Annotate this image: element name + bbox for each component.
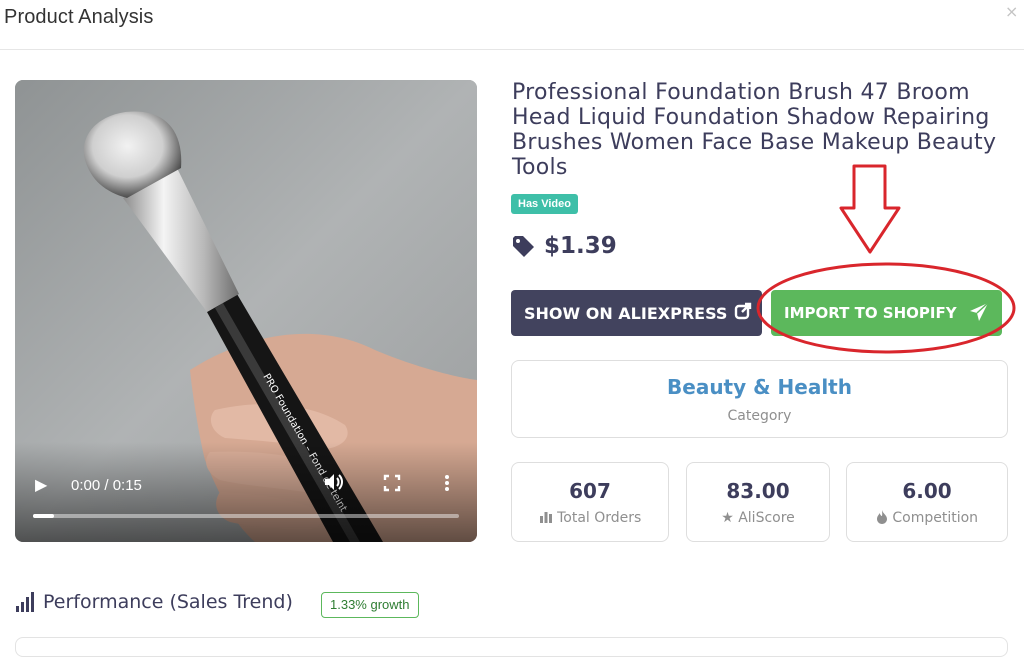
total-orders-label: Total Orders [557, 510, 642, 526]
has-video-badge: Has Video [511, 194, 578, 214]
category-value: Beauty & Health [667, 375, 852, 399]
close-icon[interactable]: × [1005, 2, 1018, 21]
video-controls: ▶ 0:00 / 0:15 [15, 442, 477, 542]
total-orders-label-row: Total Orders [512, 510, 668, 526]
paper-plane-icon [969, 302, 989, 326]
fire-icon [876, 510, 887, 524]
aliscore-label-row: ★ AliScore [687, 510, 829, 526]
modal-title: Product Analysis [4, 6, 154, 28]
import-to-shopify-button[interactable]: IMPORT TO SHOPIFY [771, 290, 1002, 336]
external-link-icon [734, 302, 752, 324]
total-orders-value: 607 [569, 479, 611, 503]
more-options-icon[interactable] [443, 474, 451, 496]
video-progress-fill [33, 514, 55, 518]
video-progress-bar[interactable] [33, 514, 459, 518]
aliscore-value: 83.00 [726, 479, 790, 503]
total-orders-card: 607 Total Orders [511, 462, 669, 542]
sales-trend-chart-card [15, 637, 1008, 657]
category-card: Beauty & Health Category [511, 360, 1008, 438]
tag-icon [512, 236, 536, 262]
product-price: $1.39 [544, 233, 617, 259]
modal-header: Product Analysis × [0, 0, 1024, 50]
competition-card: 6.00 Competition [846, 462, 1008, 542]
volume-icon[interactable] [323, 472, 345, 496]
show-on-aliexpress-label: SHOW ON ALIEXPRESS [524, 303, 728, 323]
category-label: Category [727, 408, 792, 424]
competition-label: Competition [892, 510, 979, 526]
performance-title: Performance (Sales Trend) [43, 591, 293, 613]
growth-badge: 1.33% growth [321, 592, 419, 618]
aliscore-label: AliScore [738, 510, 795, 526]
product-title: Professional Foundation Brush 47 Broom H… [512, 80, 997, 180]
fullscreen-icon[interactable] [383, 474, 401, 496]
product-video-player[interactable]: PRO Foundation – Fond de teint ▶ 0:00 / … [15, 80, 477, 542]
signal-bars-icon [16, 592, 36, 616]
video-time-display: 0:00 / 0:15 [71, 477, 142, 494]
import-to-shopify-label: IMPORT TO SHOPIFY [784, 304, 957, 322]
play-icon[interactable]: ▶ [35, 475, 47, 494]
competition-label-row: Competition [847, 510, 1007, 526]
competition-value: 6.00 [902, 479, 952, 503]
aliscore-card: 83.00 ★ AliScore [686, 462, 830, 542]
bar-chart-icon [539, 512, 552, 523]
show-on-aliexpress-button[interactable]: SHOW ON ALIEXPRESS [511, 290, 762, 336]
star-icon: ★ [721, 510, 734, 526]
